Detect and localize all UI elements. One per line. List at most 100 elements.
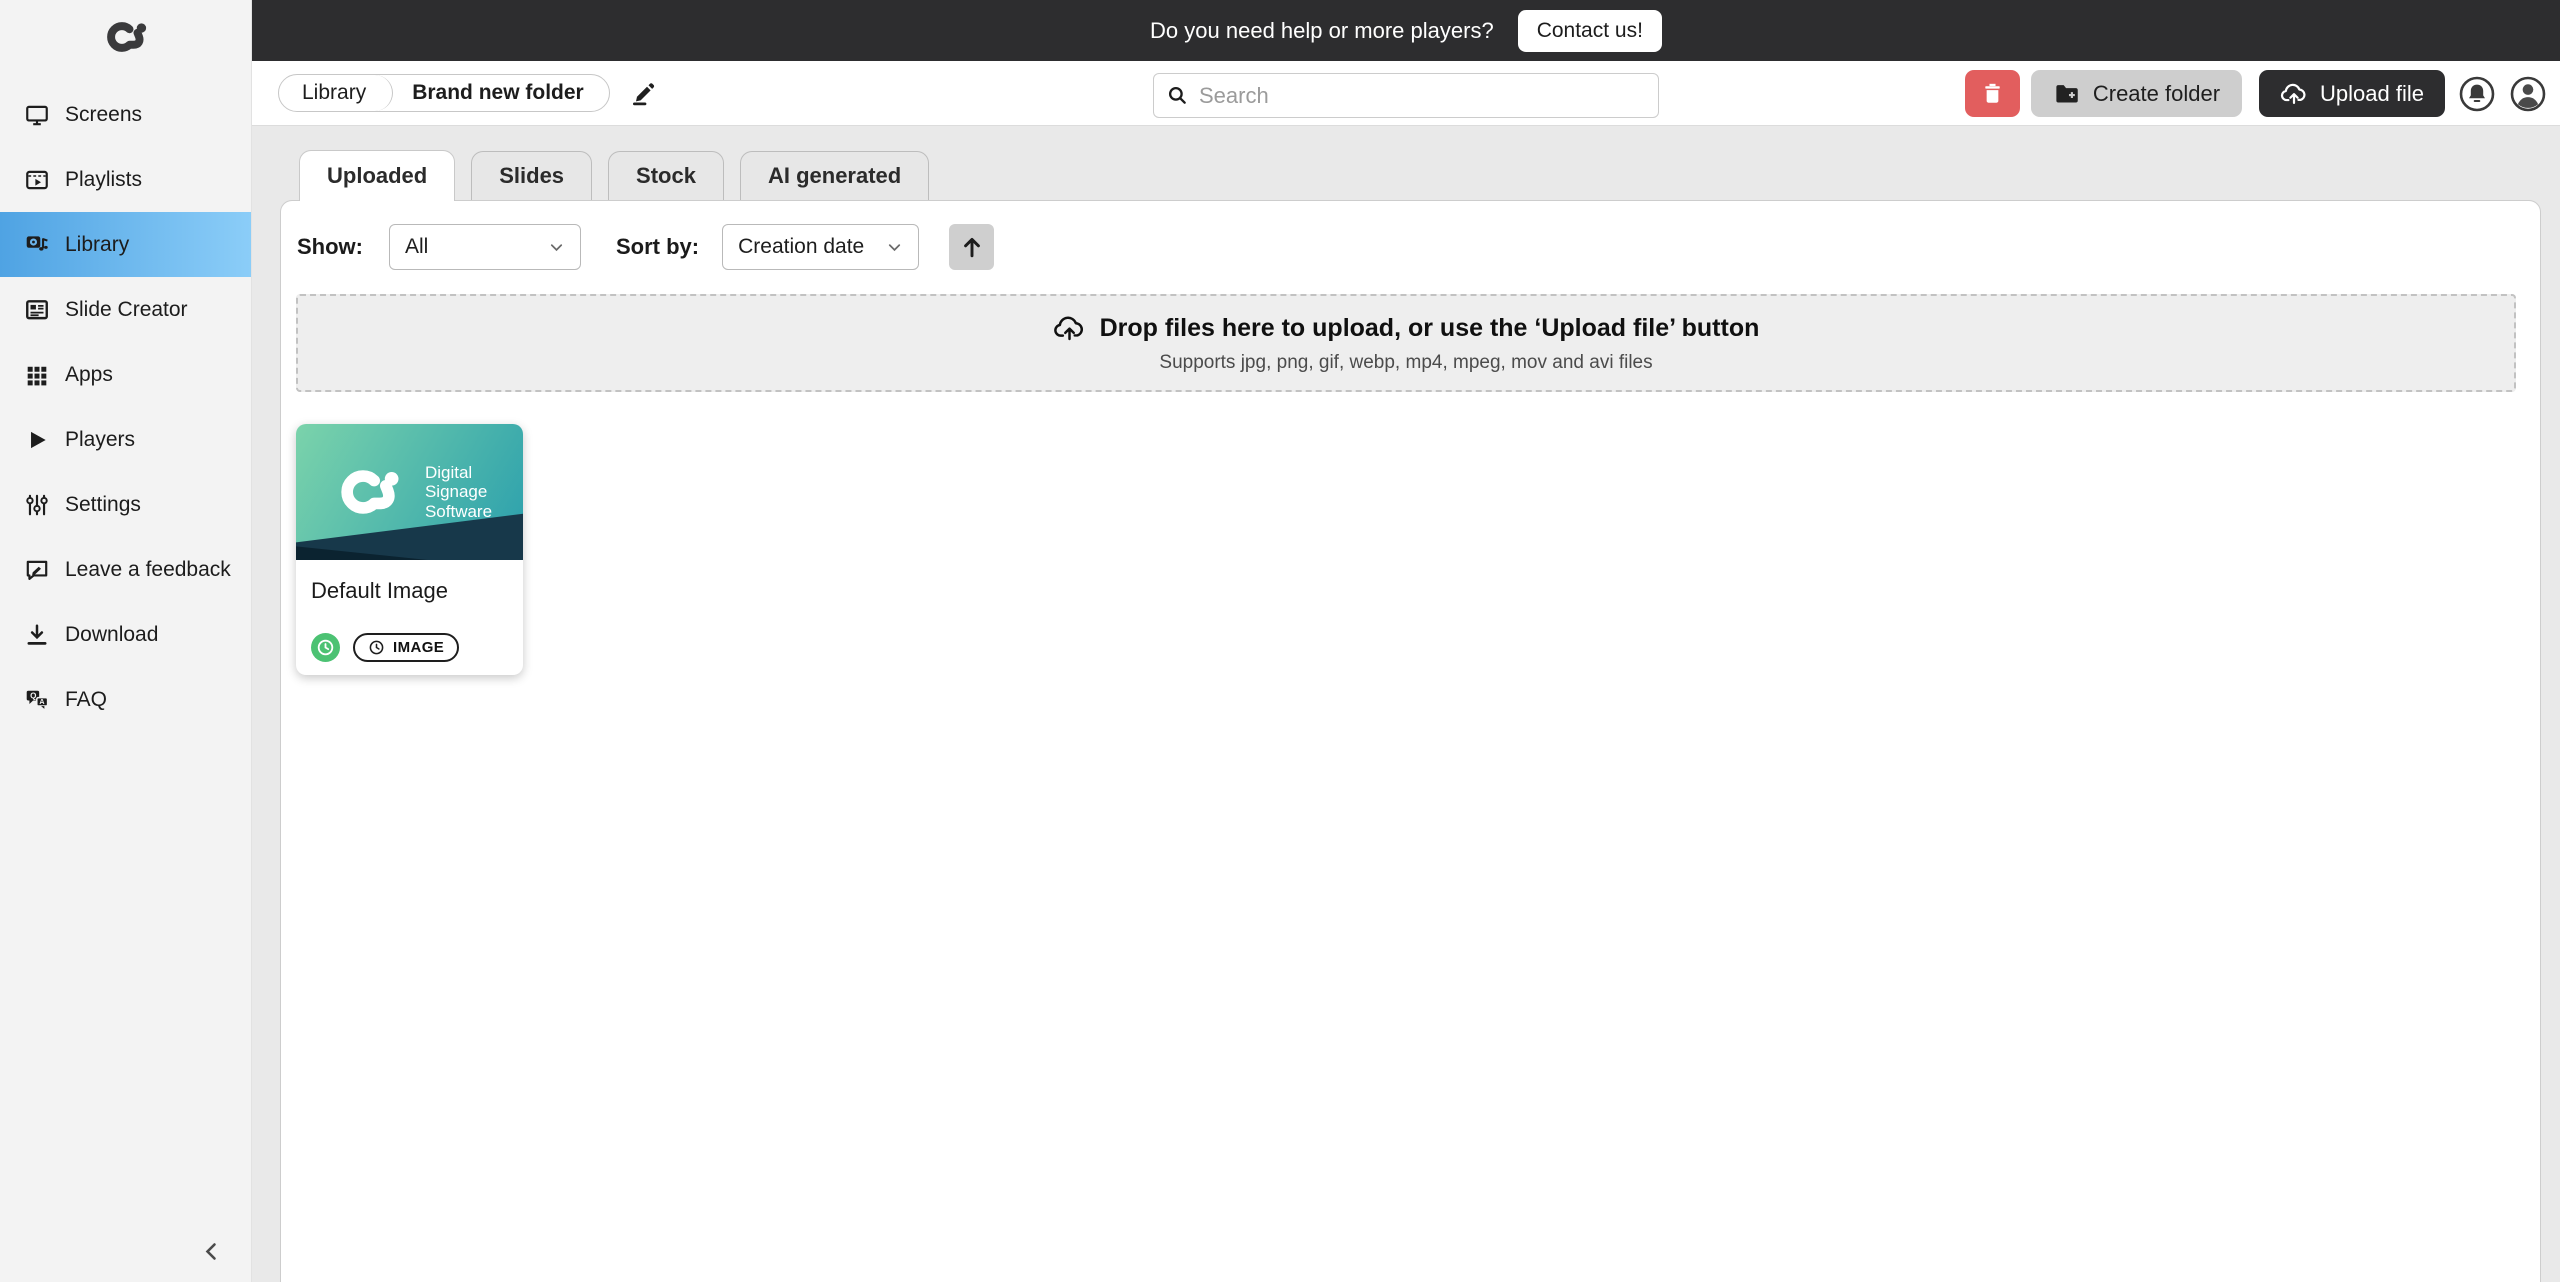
cloud-upload-icon	[2280, 80, 2308, 108]
chevron-down-icon	[885, 238, 904, 257]
media-title: Default Image	[311, 578, 523, 604]
filter-controls: Show: All Sort by: Creation date	[297, 224, 994, 270]
show-dropdown[interactable]: All	[389, 224, 581, 270]
sort-direction-button[interactable]	[949, 224, 994, 270]
create-folder-label: Create folder	[2093, 81, 2220, 107]
thumbnail-caption-line: Digital	[425, 463, 492, 483]
show-label: Show:	[297, 234, 363, 260]
show-dropdown-value: All	[405, 235, 428, 259]
sidebar-item-playlists[interactable]: Playlists	[0, 147, 251, 212]
slide-creator-icon	[24, 297, 50, 323]
download-icon	[24, 622, 50, 648]
brand-logo-icon	[97, 22, 155, 76]
upload-file-label: Upload file	[2320, 81, 2424, 107]
upload-file-button[interactable]: Upload file	[2259, 70, 2445, 117]
play-triangle-icon	[24, 427, 50, 453]
app-logo	[0, 0, 251, 76]
sidebar-item-screens[interactable]: Screens	[0, 82, 251, 147]
search-icon	[1166, 84, 1189, 107]
account-button[interactable]	[2509, 75, 2547, 113]
sidebar-item-label: Download	[65, 623, 158, 647]
schedule-status-button[interactable]	[311, 633, 340, 662]
create-folder-button[interactable]: Create folder	[2031, 70, 2242, 117]
screens-icon	[24, 102, 50, 128]
sidebar-item-faq[interactable]: QA FAQ	[0, 667, 251, 732]
notifications-button[interactable]	[2458, 75, 2496, 113]
sidebar-collapse-button[interactable]	[195, 1234, 229, 1268]
media-type-label: IMAGE	[393, 639, 444, 656]
sort-by-label: Sort by:	[616, 234, 699, 260]
feedback-bubble-icon	[24, 557, 50, 583]
playlists-icon	[24, 167, 50, 193]
search-input[interactable]	[1199, 83, 1646, 109]
chevron-down-icon	[547, 238, 566, 257]
sidebar-item-label: Leave a feedback	[65, 558, 231, 582]
breadcrumb-zone: Library Brand new folder	[278, 74, 661, 112]
sidebar-item-download[interactable]: Download	[0, 602, 251, 667]
sort-dropdown[interactable]: Creation date	[722, 224, 919, 270]
upload-cloud-icon	[1053, 312, 1086, 345]
library-icon	[24, 232, 50, 258]
trash-icon	[1979, 80, 2006, 107]
sliders-icon	[24, 492, 50, 518]
media-badges: IMAGE	[311, 633, 459, 662]
breadcrumb-item-library[interactable]: Library	[279, 81, 372, 105]
clock-icon	[368, 639, 385, 656]
topbar: Do you need help or more players? Contac…	[252, 0, 2560, 61]
sidebar-item-slide-creator[interactable]: Slide Creator	[0, 277, 251, 342]
media-thumbnail: Digital Signage Software	[296, 424, 523, 560]
user-avatar-icon	[2509, 75, 2547, 113]
sidebar-item-players[interactable]: Players	[0, 407, 251, 472]
folder-plus-icon	[2053, 80, 2080, 107]
contact-us-button[interactable]: Contact us!	[1518, 10, 1662, 52]
sidebar-nav: Screens Playlists Library Slide Creator …	[0, 82, 251, 732]
breadcrumb-separator	[372, 75, 393, 111]
dropzone-title-row: Drop files here to upload, or use the ‘U…	[1053, 312, 1760, 345]
tab-ai-generated[interactable]: AI generated	[740, 151, 929, 200]
sidebar-item-label: Settings	[65, 493, 141, 517]
header-actions: Create folder Upload file	[1965, 70, 2547, 117]
sort-dropdown-value: Creation date	[738, 235, 864, 259]
sidebar-item-settings[interactable]: Settings	[0, 472, 251, 537]
tab-slides[interactable]: Slides	[471, 151, 592, 200]
arrow-up-icon	[958, 233, 986, 261]
sidebar-item-label: Players	[65, 428, 135, 452]
sidebar-item-apps[interactable]: Apps	[0, 342, 251, 407]
tab-stock[interactable]: Stock	[608, 151, 724, 200]
media-card[interactable]: Digital Signage Software Default Image I…	[296, 424, 523, 675]
library-tabs: Uploaded Slides Stock AI generated	[299, 151, 929, 201]
sidebar-item-label: Playlists	[65, 168, 142, 192]
delete-folder-button[interactable]	[1965, 70, 2020, 117]
sidebar-item-feedback[interactable]: Leave a feedback	[0, 537, 251, 602]
svg-text:A: A	[39, 698, 44, 706]
search-box	[1153, 73, 1659, 118]
svg-text:Q: Q	[30, 691, 36, 700]
thumbnail-caption-line: Signage	[425, 482, 492, 502]
rename-folder-button[interactable]	[627, 76, 661, 110]
apps-grid-icon	[24, 362, 50, 388]
thumbnail-caption-line: Software	[425, 502, 492, 522]
sidebar-item-label: Library	[65, 233, 129, 257]
sidebar: Screens Playlists Library Slide Creator …	[0, 0, 252, 1282]
chevron-left-icon	[200, 1239, 224, 1263]
thumbnail-caption: Digital Signage Software	[425, 463, 492, 522]
pencil-icon	[629, 78, 659, 108]
upload-dropzone[interactable]: Drop files here to upload, or use the ‘U…	[296, 294, 2516, 392]
sidebar-item-label: FAQ	[65, 688, 107, 712]
dropzone-title: Drop files here to upload, or use the ‘U…	[1100, 314, 1760, 343]
bell-icon	[2458, 75, 2496, 113]
sidebar-item-label: Apps	[65, 363, 113, 387]
clock-icon	[316, 638, 335, 657]
breadcrumb-item-current-folder: Brand new folder	[393, 81, 609, 105]
sidebar-item-label: Screens	[65, 103, 142, 127]
sidebar-item-label: Slide Creator	[65, 298, 188, 322]
faq-icon: QA	[24, 687, 50, 713]
media-type-badge: IMAGE	[353, 633, 459, 662]
tab-uploaded[interactable]: Uploaded	[299, 150, 455, 201]
sidebar-item-library[interactable]: Library	[0, 212, 251, 277]
content-panel: Show: All Sort by: Creation date Drop fi…	[280, 200, 2541, 1282]
topbar-help-text: Do you need help or more players?	[1150, 18, 1494, 44]
header: Library Brand new folder Create folder	[252, 61, 2560, 126]
thumbnail-brand-logo-icon	[327, 470, 411, 514]
breadcrumb: Library Brand new folder	[278, 74, 610, 112]
